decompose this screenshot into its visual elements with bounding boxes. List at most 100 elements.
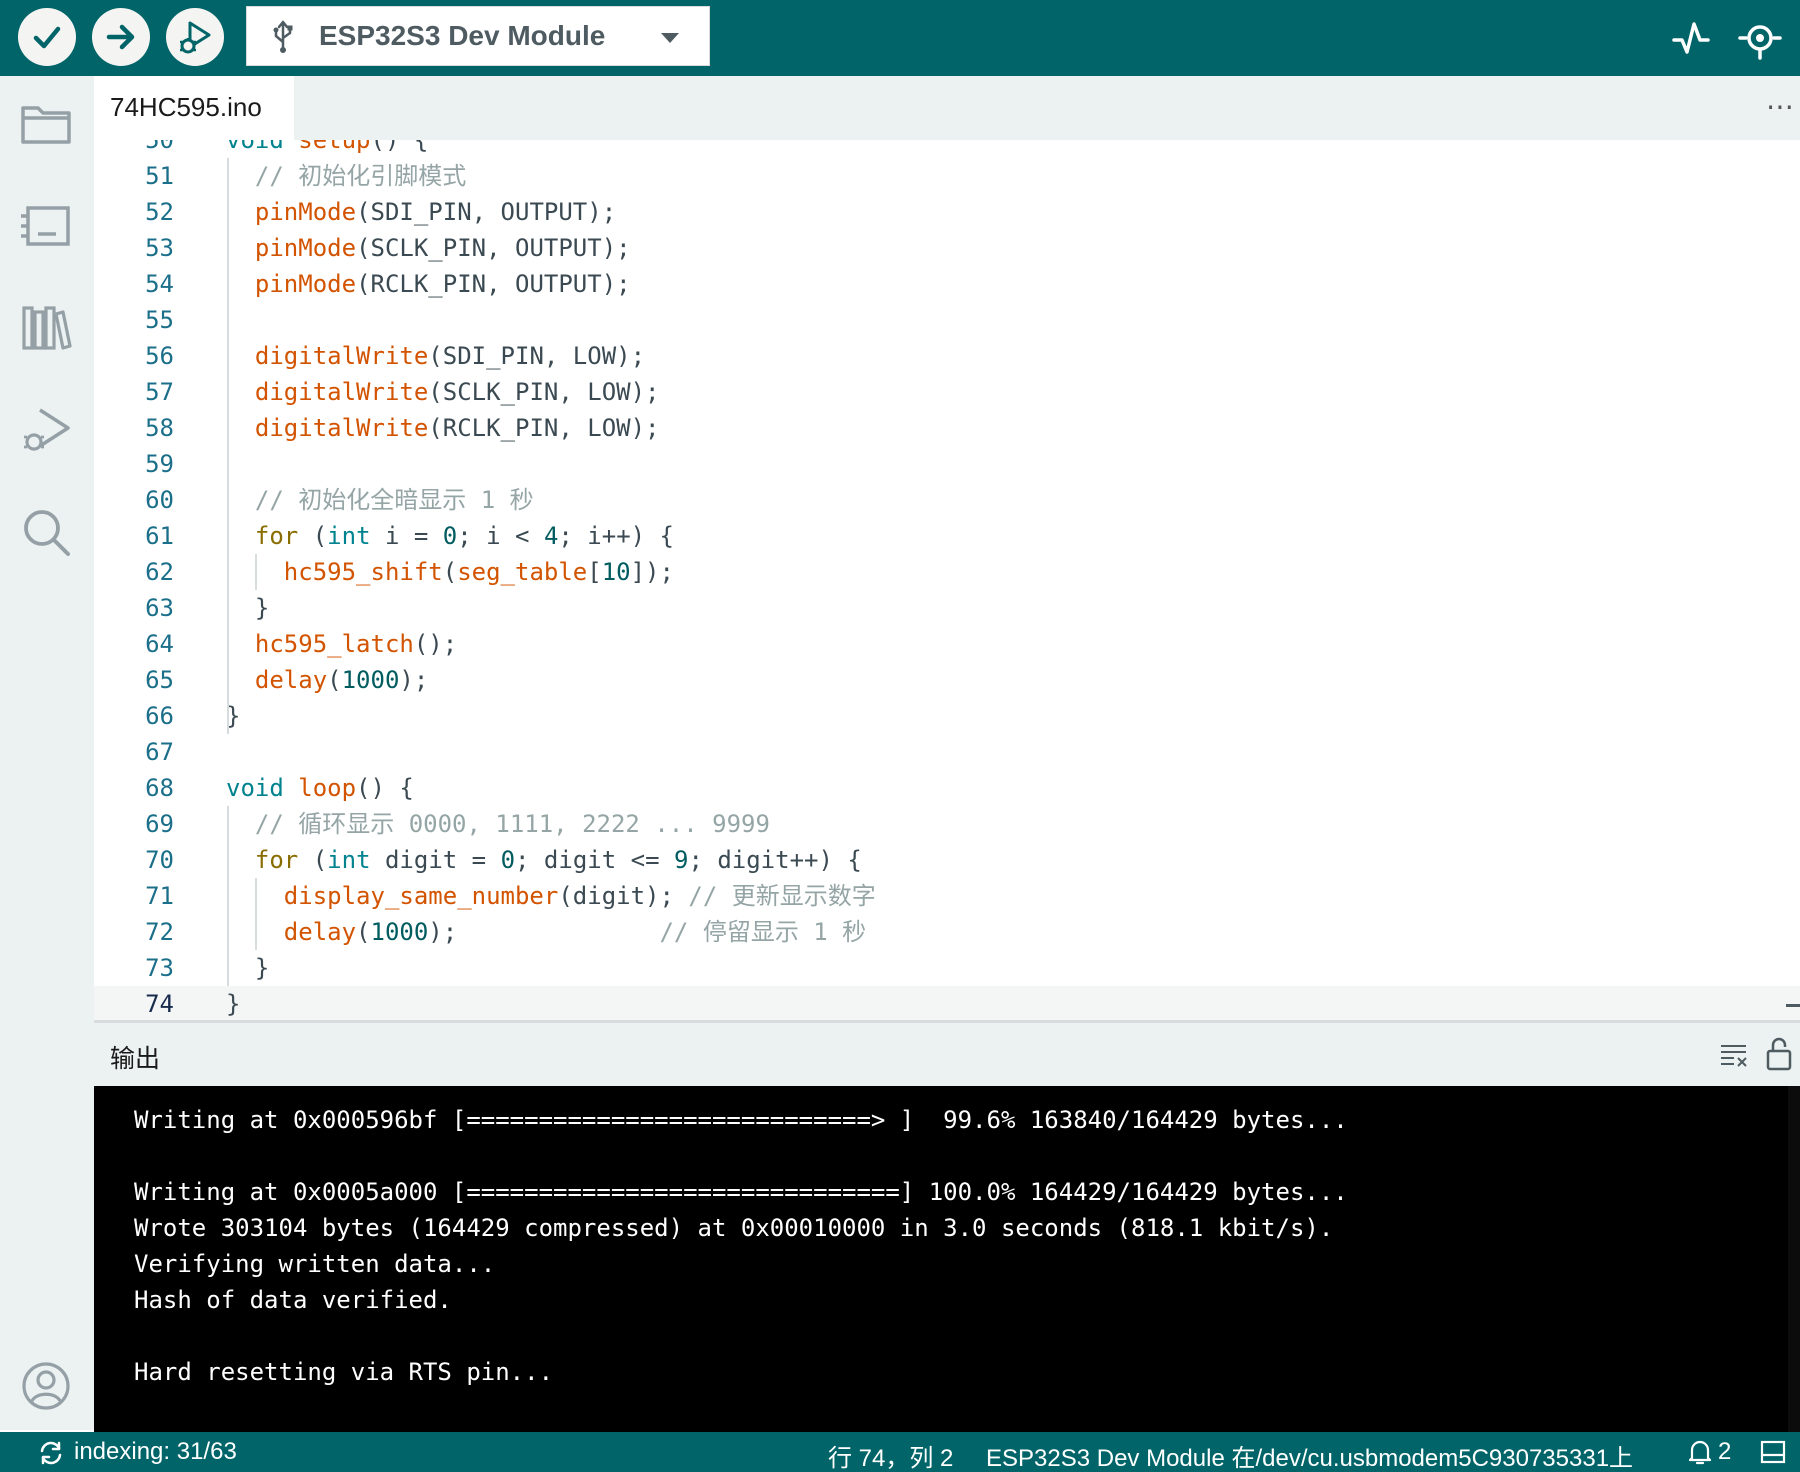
code-line[interactable]: 73 } (94, 950, 1800, 986)
line-number: 71 (145, 882, 174, 910)
code-token: (RCLK_PIN, LOW); (428, 414, 660, 442)
code-line[interactable]: 68 void loop() { (94, 770, 1800, 806)
more-options-icon[interactable]: ⋯ (1766, 90, 1796, 123)
code-token: i = (370, 522, 443, 550)
code-token: hc595_latch (254, 630, 414, 658)
code-text: for (int i = 0; i < 4; i++) { (226, 518, 674, 554)
line-number: 57 (145, 378, 174, 406)
code-token: ); (399, 666, 429, 694)
code-token: digitalWrite (254, 414, 429, 442)
bell-icon[interactable] (1686, 1438, 1714, 1466)
code-line[interactable]: 56 digitalWrite(SDI_PIN, LOW); (94, 338, 1800, 374)
editor-area: 74HC595.ino ⋯ 50 void setup() {51 // 初始化引… (94, 76, 1800, 1022)
chevron-down-icon[interactable] (661, 33, 679, 43)
code-token: int (327, 522, 371, 550)
line-number: 74 (145, 990, 174, 1018)
code-token: // 更新显示数字 (688, 882, 876, 910)
output-line: Writing at 0x0005a000 [=================… (134, 1178, 1348, 1206)
code-line[interactable]: 61 for (int i = 0; i < 4; i++) { (94, 518, 1800, 554)
code-line[interactable]: 69 // 循环显示 0000, 1111, 2222 ... 9999 (94, 806, 1800, 842)
clear-output-icon[interactable] (1718, 1039, 1750, 1071)
code-line[interactable]: 65 delay(1000); (94, 662, 1800, 698)
tab-bar: 74HC595.ino ⋯ (94, 76, 1800, 140)
debug-button[interactable] (166, 8, 224, 66)
serial-plotter-icon[interactable] (1668, 14, 1716, 62)
line-number: 54 (145, 270, 174, 298)
code-token: digitalWrite (254, 342, 429, 370)
code-line[interactable]: 74} (94, 986, 1800, 1022)
code-line[interactable]: 70 for (int digit = 0; digit <= 9; digit… (94, 842, 1800, 878)
code-line[interactable]: 54 pinMode(RCLK_PIN, OUTPUT); (94, 266, 1800, 302)
file-tab-label: 74HC595.ino (110, 92, 262, 122)
code-line[interactable]: 66} (94, 698, 1800, 734)
code-line[interactable]: 60 // 初始化全暗显示 1 秒 (94, 482, 1800, 518)
code-line[interactable]: 67 (94, 734, 1800, 770)
code-line[interactable]: 64 hc595_latch(); (94, 626, 1800, 662)
code-line[interactable]: 50 void setup() { (94, 140, 1800, 158)
code-line[interactable]: 52 pinMode(SDI_PIN, OUTPUT); (94, 194, 1800, 230)
code-line[interactable]: 59 (94, 446, 1800, 482)
code-line[interactable]: 62 hc595_shift(seg_table[10]); (94, 554, 1800, 590)
code-line[interactable]: 53 pinMode(SCLK_PIN, OUTPUT); (94, 230, 1800, 266)
output-line: Hard resetting via RTS pin... (134, 1358, 554, 1386)
library-icon[interactable] (18, 300, 74, 356)
line-number: 53 (145, 234, 174, 262)
sync-icon (40, 1441, 62, 1465)
board-selector[interactable]: ESP32S3 Dev Module (246, 6, 710, 66)
code-token: 0 (500, 846, 516, 874)
code-token: display_same_number (283, 882, 559, 910)
verify-button[interactable] (18, 8, 76, 66)
code-token: 0 (442, 522, 458, 550)
code-line[interactable]: 63 } (94, 590, 1800, 626)
debug-icon[interactable] (18, 402, 74, 458)
code-text: // 初始化引脚模式 (226, 158, 466, 194)
output-console[interactable]: Writing at 0x000596bf [=================… (94, 1086, 1800, 1432)
code-text: for (int digit = 0; digit <= 9; digit++)… (226, 842, 862, 878)
code-line[interactable]: 58 digitalWrite(RCLK_PIN, LOW); (94, 410, 1800, 446)
editor-scrollbar[interactable] (1786, 1004, 1800, 1007)
board-name: ESP32S3 Dev Module (319, 20, 606, 51)
line-number: 51 (145, 162, 174, 190)
code-line[interactable]: 71 display_same_number(digit); // 更新显示数字 (94, 878, 1800, 914)
code-text: pinMode(SDI_PIN, OUTPUT); (226, 194, 616, 230)
line-number: 59 (145, 450, 174, 478)
board-manager-icon[interactable] (18, 198, 74, 254)
cursor-position[interactable]: 行 74，列 2 (828, 1438, 953, 1472)
code-line[interactable]: 57 digitalWrite(SCLK_PIN, LOW); (94, 374, 1800, 410)
code-text: digitalWrite(SDI_PIN, LOW); (226, 338, 645, 374)
code-text: } (226, 590, 269, 626)
code-line[interactable]: 51 // 初始化引脚模式 (94, 158, 1800, 194)
indent-guide (255, 878, 257, 950)
code-token: delay (254, 666, 328, 694)
output-title: 输出 (110, 1045, 161, 1073)
output-scrollbar[interactable] (1788, 1086, 1800, 1432)
toggle-panel-icon[interactable] (1760, 1440, 1786, 1464)
search-icon[interactable] (18, 504, 74, 560)
code-token: ( (298, 522, 328, 550)
account-icon[interactable] (20, 1360, 72, 1412)
code-token: // 初始化引脚模式 (226, 162, 467, 190)
code-token: seg_table (457, 558, 588, 586)
serial-monitor-icon[interactable] (1736, 14, 1784, 62)
board-port-status[interactable]: ESP32S3 Dev Module 在/dev/cu.usbmodem5C93… (986, 1438, 1633, 1472)
code-token: 9 (673, 846, 689, 874)
scroll-lock-icon[interactable] (1764, 1035, 1794, 1071)
code-line[interactable]: 55 (94, 302, 1800, 338)
code-token: // 停留显示 1 秒 (659, 918, 867, 946)
line-number: 65 (145, 666, 174, 694)
code-text: // 初始化全暗显示 1 秒 (226, 482, 534, 518)
upload-button[interactable] (92, 8, 150, 66)
code-editor[interactable]: 50 void setup() {51 // 初始化引脚模式 52 pinMode(… (94, 140, 1800, 1022)
code-token: } (226, 954, 270, 982)
code-token: () { (370, 140, 429, 154)
code-text: hc595_latch(); (226, 626, 457, 662)
code-token: pinMode (254, 270, 357, 298)
code-token: } (226, 594, 270, 622)
file-tab[interactable]: 74HC595.ino (94, 76, 294, 140)
code-line[interactable]: 72 delay(1000); // 停留显示 1 秒 (94, 914, 1800, 950)
indent-guide (227, 806, 229, 986)
code-token: loop (298, 774, 357, 802)
folder-icon[interactable] (18, 96, 74, 152)
notification-count[interactable]: 2 (1718, 1438, 1731, 1466)
